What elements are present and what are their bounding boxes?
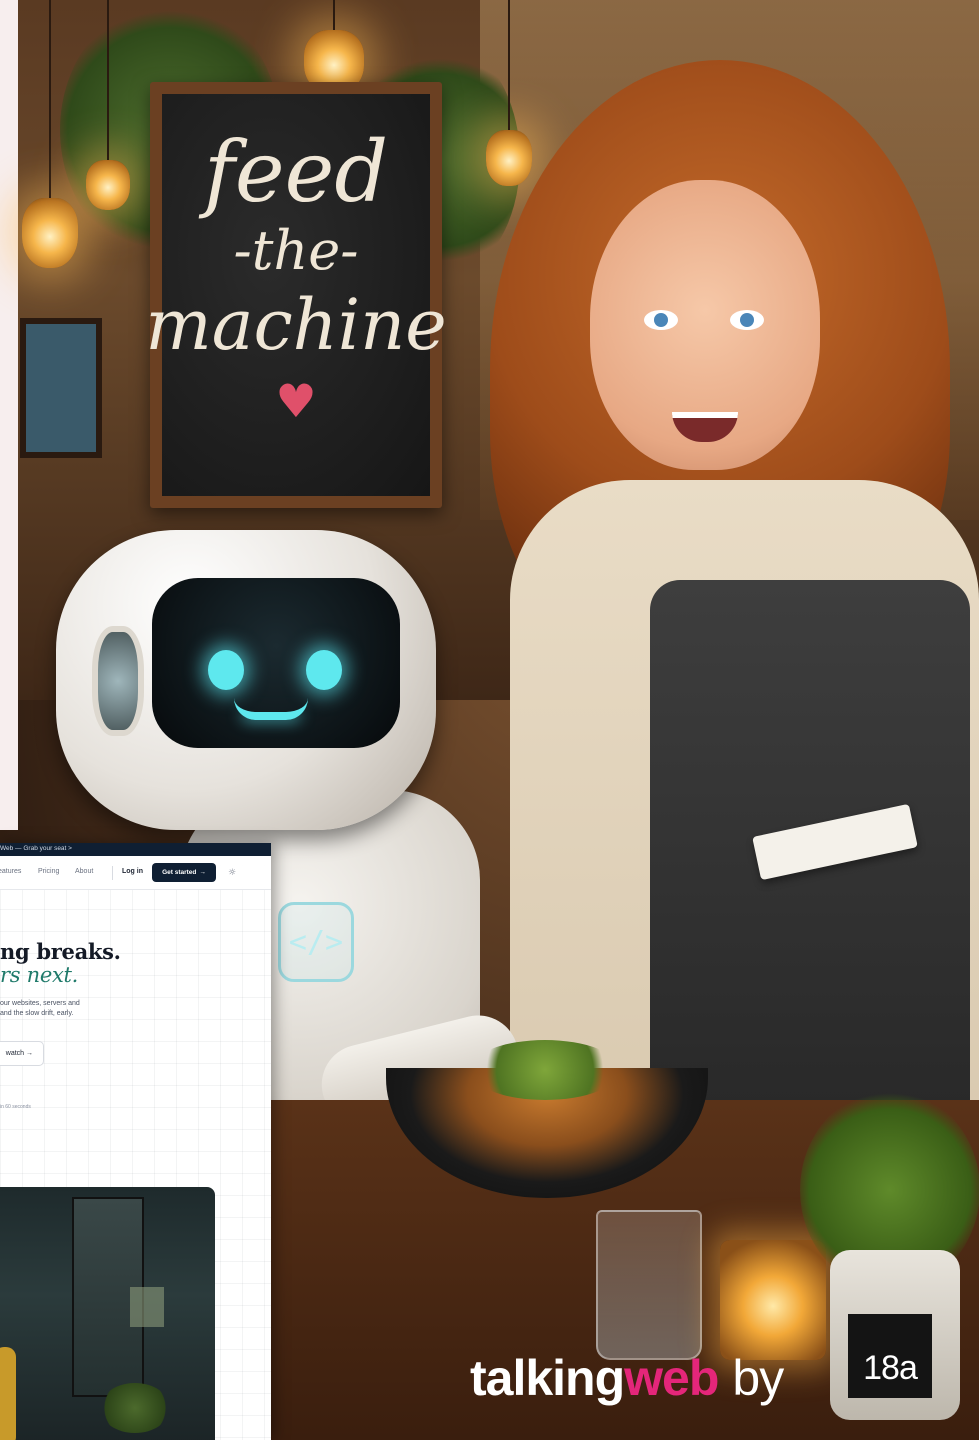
- hero-headline-line2: rs next.: [0, 963, 79, 987]
- page-edge: [0, 0, 18, 830]
- smile: [672, 412, 738, 442]
- robot-smile: [234, 698, 308, 720]
- login-link[interactable]: Log in: [122, 868, 143, 875]
- hero-photo: [0, 1187, 215, 1440]
- chalkboard-sign: feed -the- machine ♥: [145, 82, 447, 508]
- site-navbar: eatures Pricing About Log in Get started…: [0, 856, 271, 890]
- wall-painting: [20, 318, 102, 458]
- nav-link-pricing[interactable]: Pricing: [38, 868, 59, 875]
- robot-ear: [92, 626, 144, 736]
- hero-footnote: in 60 seconds: [0, 1104, 31, 1110]
- hero-subtext-line2: and the slow drift, early.: [0, 1010, 74, 1017]
- code-icon: </>: [278, 902, 354, 982]
- robot-face-screen: [152, 578, 400, 748]
- brand-word-talking: talking: [470, 1350, 625, 1406]
- get-started-label: Get started: [162, 869, 197, 876]
- photo-person: [0, 1347, 16, 1440]
- robot-eye: [208, 650, 244, 690]
- announcement-bar[interactable]: Web — Grab your seat >: [0, 843, 271, 856]
- chalk-text-feed: feed: [203, 123, 389, 221]
- nav-link-features[interactable]: eatures: [0, 868, 21, 875]
- hero-headline-line1: ng breaks.: [0, 939, 121, 964]
- announcement-text[interactable]: Web — Grab your seat >: [0, 845, 72, 852]
- chalk-text-the: -the-: [233, 219, 359, 282]
- hero-subtext: our websites, servers and and the slow d…: [0, 999, 110, 1019]
- brand-word-by: by: [732, 1350, 784, 1406]
- agency-logo: 18a: [848, 1314, 932, 1398]
- brand-word-web: web: [624, 1350, 719, 1406]
- pendant-lamp: [22, 0, 78, 268]
- sun-icon[interactable]: ☼: [226, 867, 238, 879]
- robot-head: [56, 530, 436, 830]
- waitress-figure: [470, 60, 979, 1180]
- hero-subtext-line1: our websites, servers and: [0, 1000, 80, 1007]
- photo-plant: [100, 1383, 170, 1433]
- website-preview: Web — Grab your seat > eatures Pricing A…: [0, 843, 271, 1440]
- eye: [644, 310, 678, 330]
- waitress-face: [590, 180, 820, 470]
- pendant-lamp: [86, 0, 130, 210]
- chalkboard-slate: feed -the- machine ♥: [145, 94, 447, 496]
- eye: [730, 310, 764, 330]
- nav-link-about[interactable]: About: [75, 868, 93, 875]
- get-started-button[interactable]: Get started →: [152, 863, 216, 882]
- candle-holder: [720, 1240, 826, 1360]
- arrow-right-icon: →: [199, 869, 206, 876]
- heart-icon: ♥: [275, 374, 317, 428]
- robot-eye: [306, 650, 342, 690]
- agency-logo-text: 18a: [863, 1349, 918, 1387]
- photo-lamp: [130, 1287, 164, 1327]
- water-glass: [596, 1210, 702, 1360]
- watch-demo-button[interactable]: watch →: [0, 1041, 44, 1066]
- nav-divider: [112, 866, 113, 880]
- brand-wordmark: talking web by: [470, 1350, 784, 1406]
- chalk-text-machine: machine: [145, 284, 447, 366]
- microgreens: [470, 1040, 620, 1100]
